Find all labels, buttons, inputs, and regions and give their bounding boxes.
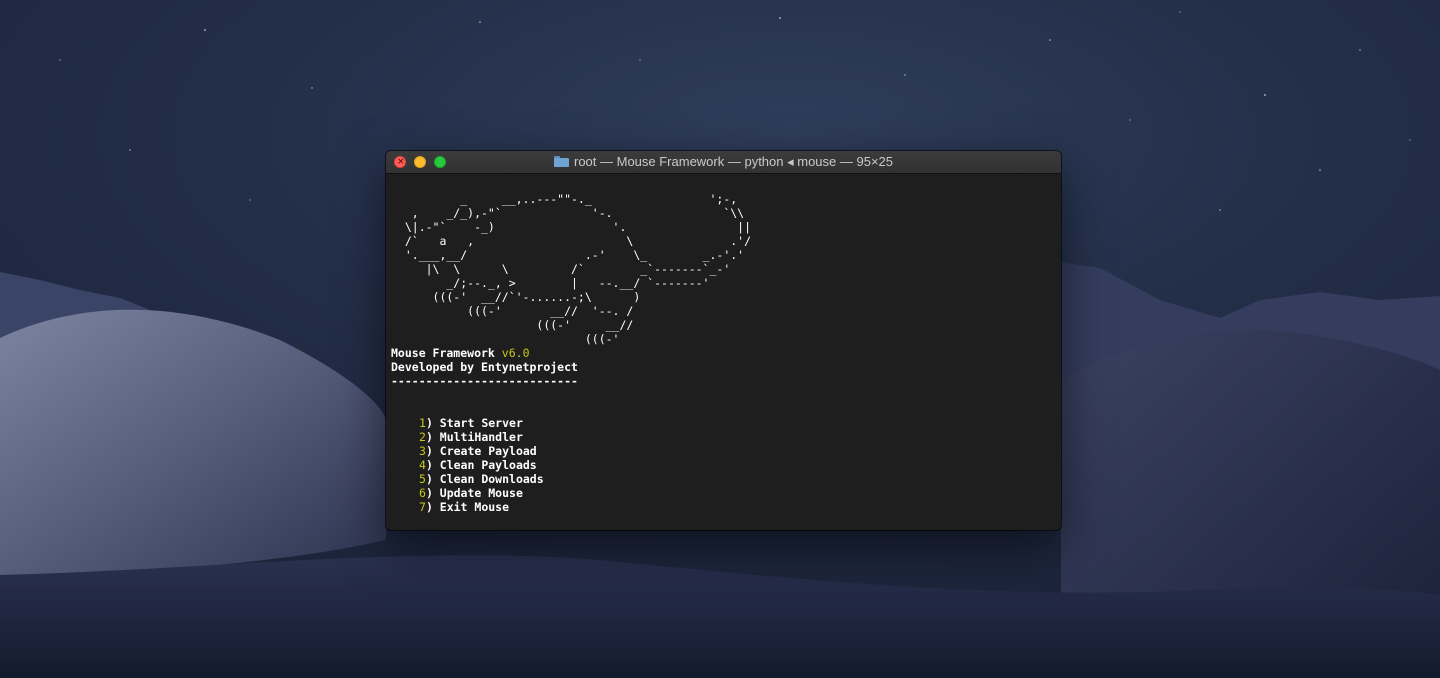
- window-title: root — Mouse Framework — python ◂ mouse …: [386, 151, 1061, 173]
- app-name: Mouse Framework: [391, 346, 495, 360]
- menu-item-clean-payloads: 4) Clean Payloads: [419, 458, 537, 472]
- app-version: v6.0: [501, 346, 530, 360]
- desktop: × root — Mouse Framework — python ◂ mous…: [0, 0, 1440, 678]
- menu-item-start-server: 1) Start Server: [419, 416, 523, 430]
- folder-icon: [553, 156, 569, 167]
- window-titlebar[interactable]: × root — Mouse Framework — python ◂ mous…: [386, 151, 1061, 174]
- terminal-output[interactable]: _ __,..---""-._ ';-, , _/_),-"` '-. `\\ …: [391, 178, 1056, 528]
- app-title-line: Mouse Framework v6.0: [391, 346, 1056, 360]
- menu-item-clean-downloads: 5) Clean Downloads: [419, 472, 544, 486]
- terminal-window[interactable]: × root — Mouse Framework — python ◂ mous…: [386, 151, 1061, 530]
- mouse-ascii-art: _ __,..---""-._ ';-, , _/_),-"` '-. `\\ …: [404, 192, 752, 346]
- separator-line: ---------------------------: [391, 374, 578, 388]
- developer-line: Developed by Entynetproject: [391, 360, 578, 374]
- menu-item-create-payload: 3) Create Payload: [419, 444, 537, 458]
- window-title-text: root — Mouse Framework — python ◂ mouse …: [573, 154, 894, 169]
- menu-item-update-mouse: 6) Update Mouse: [419, 486, 523, 500]
- menu-item-exit-mouse: 7) Exit Mouse: [419, 500, 510, 514]
- menu-item-multihandler: 2) MultiHandler: [419, 430, 523, 444]
